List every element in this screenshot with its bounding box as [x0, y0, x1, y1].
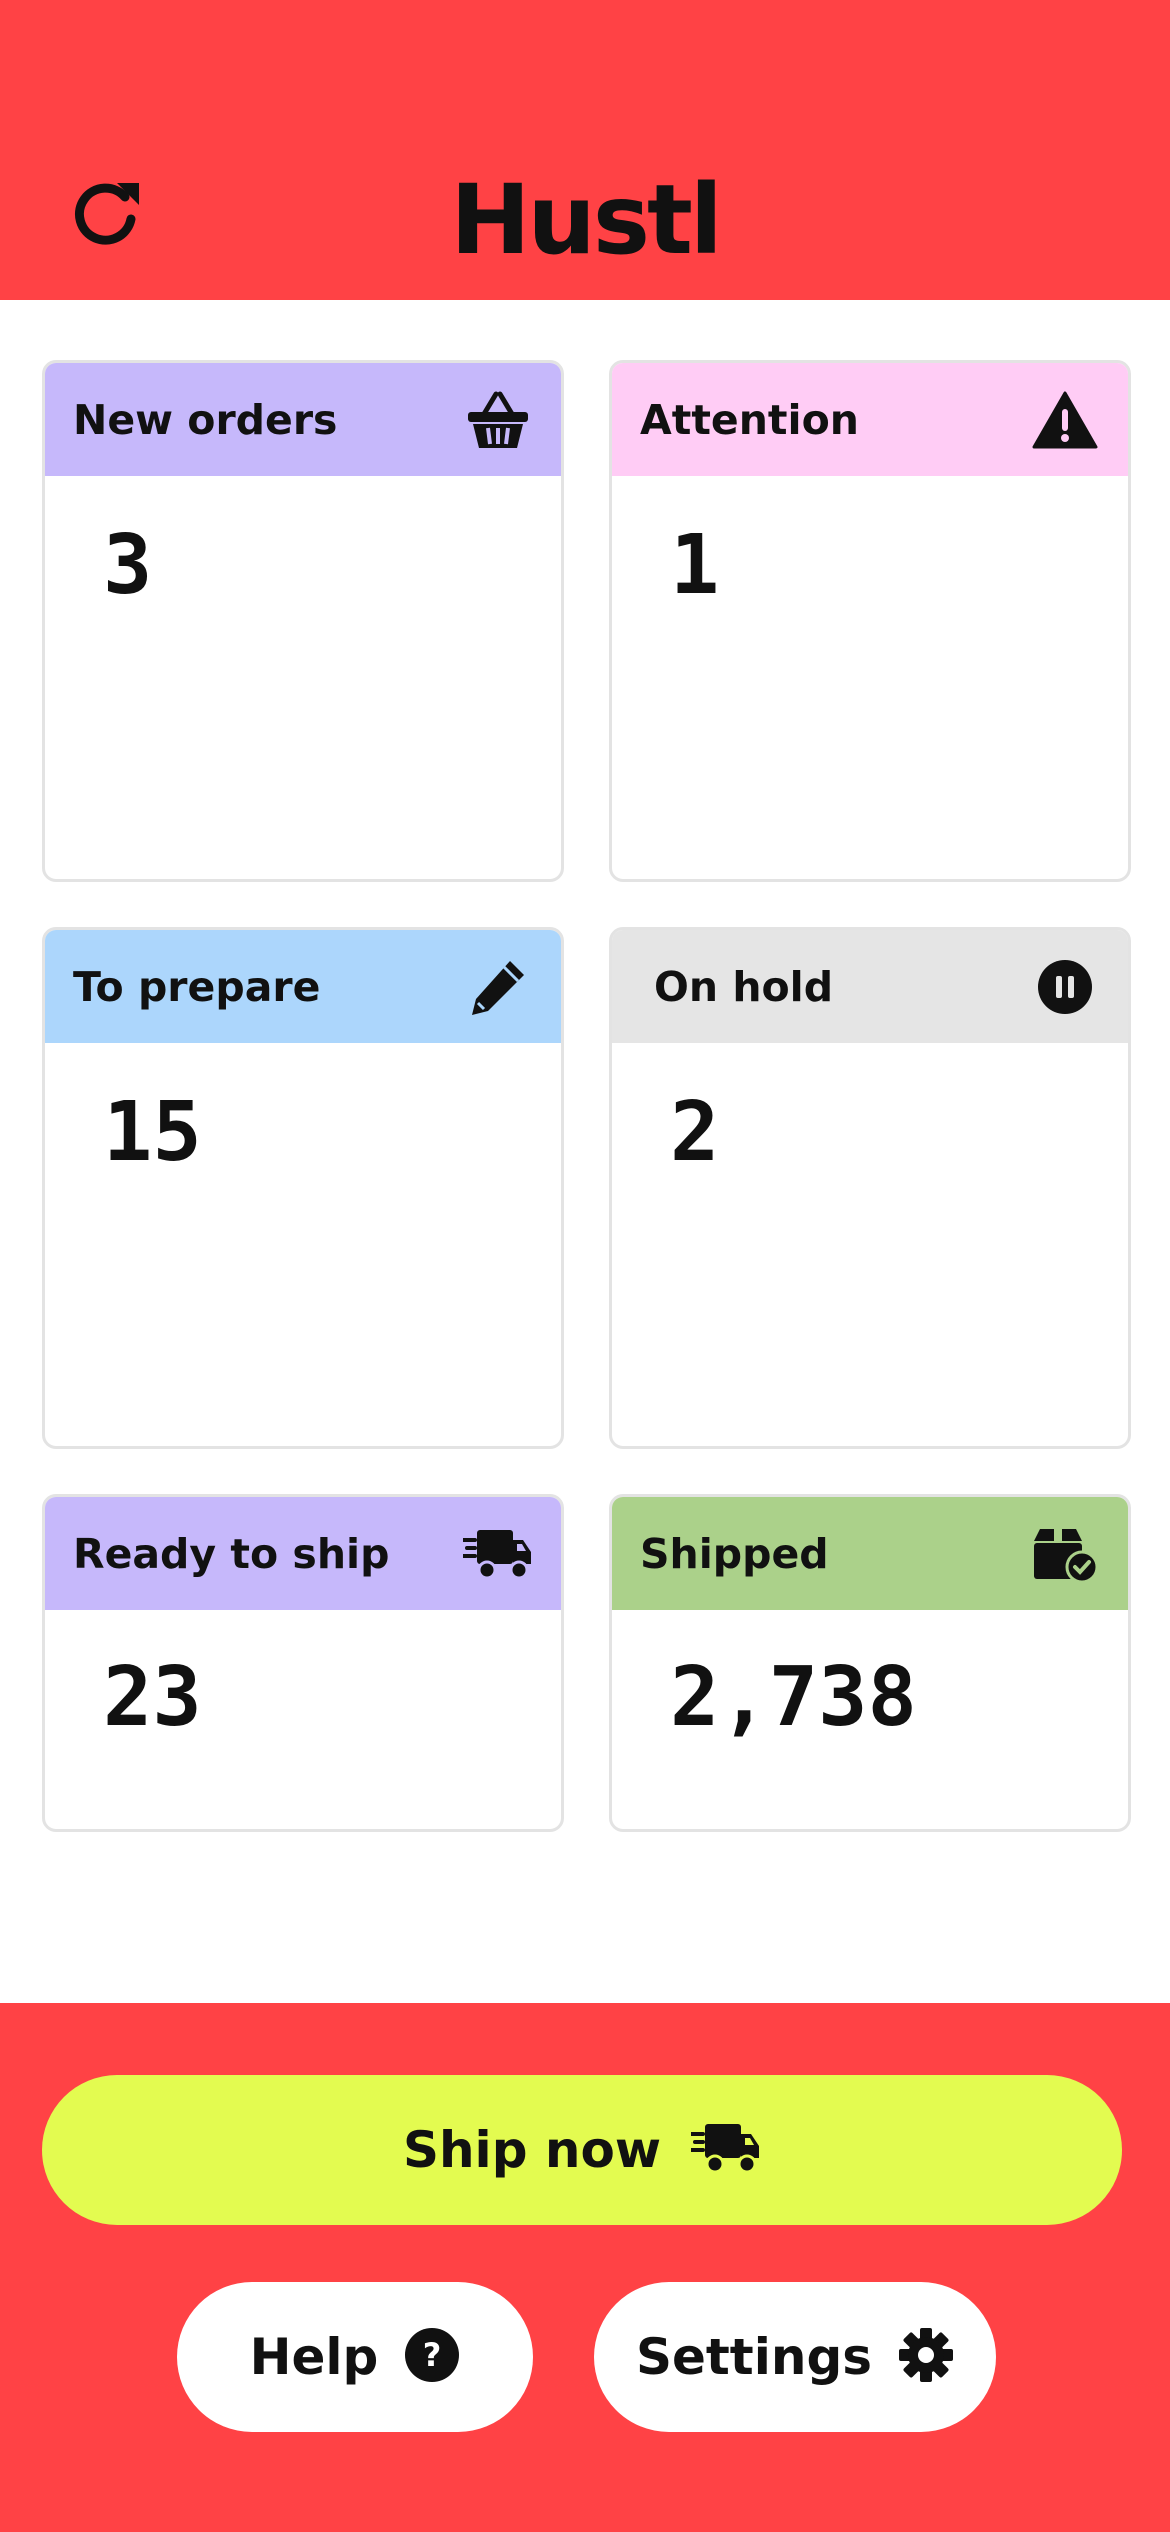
- settings-label: Settings: [635, 2328, 872, 2386]
- card-shipped[interactable]: Shipped 2,738: [609, 1494, 1131, 1832]
- help-icon: ?: [404, 2327, 460, 2387]
- card-title: Shipped: [640, 1529, 829, 1578]
- svg-text:?: ?: [423, 2336, 442, 2374]
- warning-icon: [1030, 385, 1100, 455]
- card-on-hold[interactable]: On hold 2: [609, 927, 1131, 1449]
- card-count: 23: [103, 1650, 202, 1745]
- card-count: 2: [670, 1085, 720, 1180]
- card-header: To prepare: [45, 930, 561, 1043]
- card-count: 3: [103, 518, 153, 613]
- help-button[interactable]: Help ?: [177, 2282, 533, 2432]
- app-logo: Hustl: [450, 164, 723, 276]
- truck-icon: [463, 1519, 533, 1589]
- ship-now-button[interactable]: Ship now: [42, 2075, 1122, 2225]
- card-title: New orders: [73, 395, 338, 444]
- truck-icon: [689, 2120, 761, 2180]
- card-title: Attention: [640, 395, 859, 444]
- settings-button[interactable]: Settings: [594, 2282, 996, 2432]
- card-header: On hold: [612, 930, 1128, 1043]
- card-count: 15: [103, 1085, 202, 1180]
- card-header: Attention: [612, 363, 1128, 476]
- card-count: 1: [670, 518, 720, 613]
- gear-icon: [898, 2327, 954, 2387]
- card-title: Ready to ship: [73, 1529, 390, 1578]
- basket-icon: [463, 385, 533, 455]
- pencil-icon: [463, 952, 533, 1022]
- card-header: Shipped: [612, 1497, 1128, 1610]
- app-header: Hustl: [0, 0, 1170, 300]
- card-title: On hold: [654, 962, 834, 1011]
- box-check-icon: [1030, 1519, 1100, 1589]
- pause-icon: [1030, 952, 1100, 1022]
- card-header: New orders: [45, 363, 561, 476]
- card-attention[interactable]: Attention 1: [609, 360, 1131, 882]
- card-count: 2,738: [670, 1650, 917, 1745]
- card-new-orders[interactable]: New orders 3: [42, 360, 564, 882]
- card-header: Ready to ship: [45, 1497, 561, 1610]
- card-title: To prepare: [73, 962, 321, 1011]
- help-label: Help: [249, 2328, 379, 2386]
- card-ready-to-ship[interactable]: Ready to ship 23: [42, 1494, 564, 1832]
- card-to-prepare[interactable]: To prepare 15: [42, 927, 564, 1449]
- ship-now-label: Ship now: [402, 2121, 662, 2179]
